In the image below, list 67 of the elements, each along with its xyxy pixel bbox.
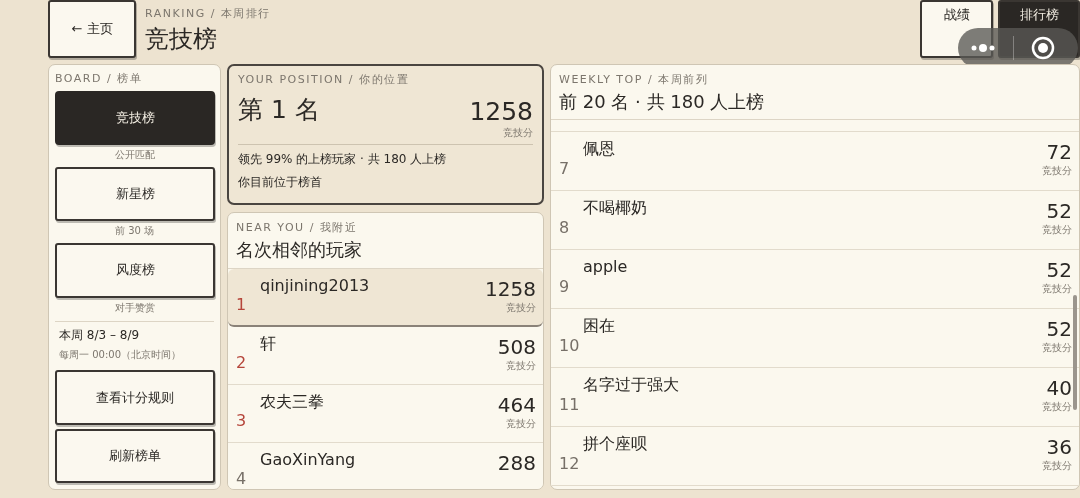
board-caption: 前 30 场: [113, 224, 156, 239]
player-name: 佩恩: [583, 138, 616, 160]
player-score: 36: [1046, 435, 1072, 459]
rank-number: 2: [236, 352, 248, 372]
player-name: qinjining2013: [260, 275, 371, 295]
score-unit: 竞技分: [1042, 164, 1072, 178]
board-caption: 公开匹配: [113, 148, 156, 162]
score-unit: 竞技分: [1042, 459, 1072, 473]
position-summary: 领先 99% 的上榜玩家 · 共 180 人上榜: [238, 151, 448, 168]
player-name: 不喝椰奶: [583, 197, 648, 219]
score-unit: 竞技分: [506, 301, 536, 315]
scrollbar[interactable]: [1073, 295, 1077, 410]
player-score: 52: [1046, 199, 1072, 223]
rank-number: 12: [559, 452, 581, 473]
player-score: 288: [497, 451, 536, 475]
position-rank: 第 1 名: [238, 94, 320, 126]
weekly-title: 前 20 名 · 共 180 人上榜: [559, 90, 766, 114]
score-unit: 竞技分: [1042, 282, 1072, 296]
board-button[interactable]: 竞技榜: [55, 91, 215, 145]
page-eyebrow: RANKING / 本周排行: [145, 6, 271, 21]
back-button[interactable]: ← 主页: [48, 0, 136, 58]
player-name: 拼个座呗: [583, 433, 648, 455]
target-icon[interactable]: [1031, 36, 1055, 60]
rank-number: 8: [559, 216, 571, 237]
page-title: 竞技榜: [145, 24, 218, 55]
near-title: 名次相邻的玩家: [236, 238, 363, 262]
board-button[interactable]: 新星榜: [55, 167, 215, 222]
player-score: 72: [1046, 140, 1072, 164]
week-range: 本周 8/3 – 8/9: [58, 327, 141, 345]
player-score: 464: [497, 393, 536, 417]
rank-number: 7: [559, 157, 571, 178]
action-button[interactable]: 查看计分规则: [55, 370, 215, 425]
rank-number: 10: [559, 334, 581, 355]
score-unit: 竞技分: [1042, 223, 1072, 237]
position-note: 你目前位于榜首: [238, 174, 323, 191]
board-eyebrow: BOARD / 榜单: [55, 71, 144, 86]
rank-number: 4: [236, 468, 248, 488]
player-score: 1258: [485, 277, 536, 301]
player-name: 农夫三拳: [260, 391, 325, 413]
board-caption: 对手赞赏: [113, 300, 156, 315]
player-name: 名字过于强大: [583, 374, 680, 396]
weekly-eyebrow: WEEKLY TOP / 本周前列: [559, 72, 710, 87]
more-icon[interactable]: [970, 43, 996, 53]
rank-number: 9: [559, 275, 571, 296]
player-row[interactable]: 1 qinjining2013 1258 竞技分: [228, 269, 543, 327]
action-button[interactable]: 刷新榜单: [55, 428, 215, 483]
player-name: 轩: [260, 333, 277, 355]
score-unit: 竞技分: [506, 359, 536, 373]
player-name: apple: [583, 256, 629, 276]
position-eyebrow: YOUR POSITION / 你的位置: [238, 72, 411, 87]
player-score: 508: [497, 335, 536, 359]
player-score: 40: [1046, 376, 1072, 400]
position-score: 1258: [469, 97, 533, 126]
rank-number: 1: [236, 293, 248, 314]
rank-number: 3: [236, 410, 248, 430]
score-unit: 竞技分: [506, 417, 536, 431]
player-name: GaoXinYang: [260, 449, 357, 469]
rank-number: 11: [559, 393, 581, 414]
reset-time: 每周一 00:00（北京时间）: [58, 348, 182, 363]
score-unit: 竞技分: [502, 126, 533, 140]
board-button[interactable]: 风度榜: [55, 243, 215, 298]
score-unit: 竞技分: [1042, 341, 1072, 355]
player-score: 52: [1046, 317, 1072, 341]
player-name: 困在: [583, 315, 616, 337]
score-unit: 竞技分: [1042, 400, 1072, 414]
player-score: 52: [1046, 258, 1072, 282]
near-eyebrow: NEAR YOU / 我附近: [236, 220, 359, 235]
